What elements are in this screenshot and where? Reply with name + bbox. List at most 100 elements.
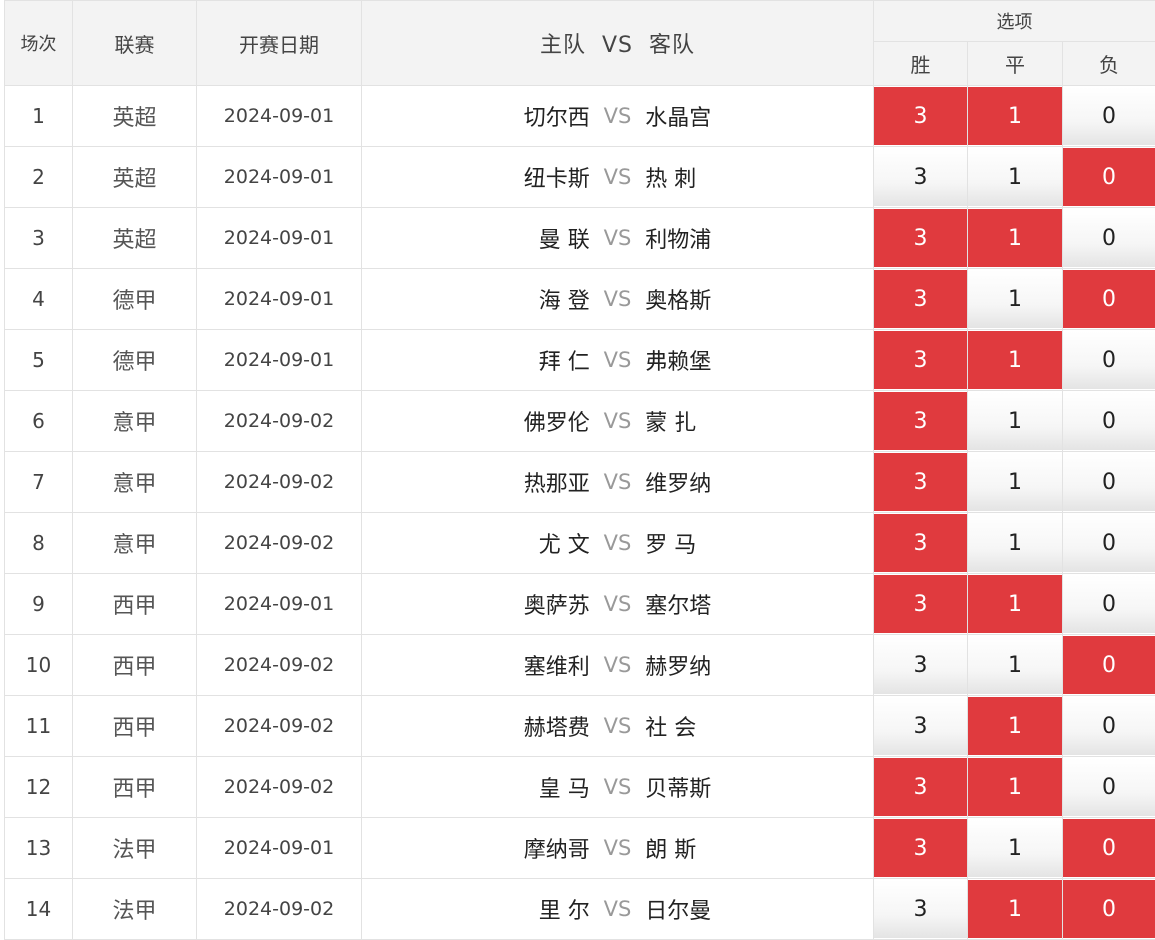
match-date: 2024-09-01 (197, 208, 362, 269)
option-lose-cell: 0 (1063, 879, 1155, 940)
option-lose-cell: 0 (1063, 330, 1155, 391)
option-lose-button[interactable]: 0 (1063, 697, 1155, 755)
table-row: 8 意甲 2024-09-02 尤 文 VS 罗 马 3 1 0 (5, 513, 1155, 574)
option-draw-button[interactable]: 1 (968, 148, 1062, 206)
match-date: 2024-09-02 (197, 696, 362, 757)
option-lose-button[interactable]: 0 (1063, 87, 1155, 145)
option-win-button[interactable]: 3 (874, 331, 967, 389)
table-body: 1 英超 2024-09-01 切尔西 VS 水晶宫 3 1 0 2 英超 20… (5, 86, 1155, 940)
vs-label: VS (590, 531, 645, 555)
option-win-button[interactable]: 3 (874, 453, 967, 511)
option-draw-cell: 1 (968, 147, 1063, 208)
away-team: 罗 马 (645, 527, 873, 559)
option-draw-button[interactable]: 1 (968, 392, 1062, 450)
home-team: 塞维利 (362, 649, 590, 681)
option-draw-button[interactable]: 1 (968, 270, 1062, 328)
league-name: 英超 (73, 208, 197, 269)
option-lose-cell: 0 (1063, 86, 1155, 147)
option-draw-button[interactable]: 1 (968, 636, 1062, 694)
away-team: 塞尔塔 (645, 588, 873, 620)
option-lose-button[interactable]: 0 (1063, 453, 1155, 511)
option-lose-button[interactable]: 0 (1063, 758, 1155, 816)
option-lose-cell: 0 (1063, 818, 1155, 879)
table-row: 11 西甲 2024-09-02 赫塔费 VS 社 会 3 1 0 (5, 696, 1155, 757)
option-draw-button[interactable]: 1 (968, 819, 1062, 877)
home-team: 海 登 (362, 283, 590, 315)
option-lose-button[interactable]: 0 (1063, 209, 1155, 267)
option-win-button[interactable]: 3 (874, 575, 967, 633)
match-date: 2024-09-02 (197, 879, 362, 940)
away-team: 利物浦 (645, 222, 873, 254)
option-win-button[interactable]: 3 (874, 758, 967, 816)
home-team: 曼 联 (362, 222, 590, 254)
match-index: 4 (5, 269, 73, 330)
option-win-button[interactable]: 3 (874, 270, 967, 328)
match-teams: 切尔西 VS 水晶宫 (362, 86, 874, 147)
option-win-button[interactable]: 3 (874, 148, 967, 206)
option-draw-button[interactable]: 1 (968, 758, 1062, 816)
option-lose-button[interactable]: 0 (1063, 575, 1155, 633)
match-index: 11 (5, 696, 73, 757)
away-team: 热 刺 (645, 161, 873, 193)
table-row: 10 西甲 2024-09-02 塞维利 VS 赫罗纳 3 1 0 (5, 635, 1155, 696)
option-win-cell: 3 (874, 391, 968, 452)
match-date: 2024-09-02 (197, 452, 362, 513)
header-option-win: 胜 (874, 42, 968, 86)
home-team: 纽卡斯 (362, 161, 590, 193)
league-name: 德甲 (73, 269, 197, 330)
away-team: 日尔曼 (645, 893, 873, 925)
option-draw-button[interactable]: 1 (968, 514, 1062, 572)
option-win-button[interactable]: 3 (874, 209, 967, 267)
option-draw-cell: 1 (968, 513, 1063, 574)
option-win-cell: 3 (874, 696, 968, 757)
option-win-button[interactable]: 3 (874, 87, 967, 145)
home-team: 切尔西 (362, 100, 590, 132)
option-lose-button[interactable]: 0 (1063, 819, 1155, 877)
table-row: 14 法甲 2024-09-02 里 尔 VS 日尔曼 3 1 0 (5, 879, 1155, 940)
option-draw-button[interactable]: 1 (968, 880, 1062, 938)
vs-label: VS (590, 165, 645, 189)
option-draw-cell: 1 (968, 269, 1063, 330)
table-row: 1 英超 2024-09-01 切尔西 VS 水晶宫 3 1 0 (5, 86, 1155, 147)
option-win-cell: 3 (874, 269, 968, 330)
option-win-button[interactable]: 3 (874, 514, 967, 572)
league-name: 意甲 (73, 513, 197, 574)
option-win-cell: 3 (874, 86, 968, 147)
option-win-cell: 3 (874, 208, 968, 269)
league-name: 意甲 (73, 452, 197, 513)
option-lose-button[interactable]: 0 (1063, 331, 1155, 389)
home-team: 里 尔 (362, 893, 590, 925)
match-date: 2024-09-01 (197, 330, 362, 391)
option-lose-button[interactable]: 0 (1063, 148, 1155, 206)
table-row: 5 德甲 2024-09-01 拜 仁 VS 弗赖堡 3 1 0 (5, 330, 1155, 391)
option-lose-button[interactable]: 0 (1063, 514, 1155, 572)
option-lose-button[interactable]: 0 (1063, 880, 1155, 938)
option-lose-cell: 0 (1063, 635, 1155, 696)
option-win-button[interactable]: 3 (874, 392, 967, 450)
away-team: 水晶宫 (645, 100, 873, 132)
option-win-button[interactable]: 3 (874, 697, 967, 755)
option-win-button[interactable]: 3 (874, 880, 967, 938)
option-win-cell: 3 (874, 879, 968, 940)
vs-label: VS (590, 714, 645, 738)
option-draw-button[interactable]: 1 (968, 453, 1062, 511)
header-away: 客队 (649, 33, 695, 58)
option-win-button[interactable]: 3 (874, 636, 967, 694)
option-draw-button[interactable]: 1 (968, 697, 1062, 755)
league-name: 英超 (73, 86, 197, 147)
option-draw-button[interactable]: 1 (968, 87, 1062, 145)
header-league: 联赛 (73, 1, 197, 86)
option-lose-button[interactable]: 0 (1063, 270, 1155, 328)
option-draw-button[interactable]: 1 (968, 575, 1062, 633)
away-team: 弗赖堡 (645, 344, 873, 376)
option-lose-button[interactable]: 0 (1063, 392, 1155, 450)
vs-label: VS (590, 836, 645, 860)
table-row: 12 西甲 2024-09-02 皇 马 VS 贝蒂斯 3 1 0 (5, 757, 1155, 818)
option-draw-button[interactable]: 1 (968, 331, 1062, 389)
option-draw-button[interactable]: 1 (968, 209, 1062, 267)
home-team: 尤 文 (362, 527, 590, 559)
option-lose-button[interactable]: 0 (1063, 636, 1155, 694)
option-win-button[interactable]: 3 (874, 819, 967, 877)
option-lose-cell: 0 (1063, 147, 1155, 208)
option-win-cell: 3 (874, 147, 968, 208)
